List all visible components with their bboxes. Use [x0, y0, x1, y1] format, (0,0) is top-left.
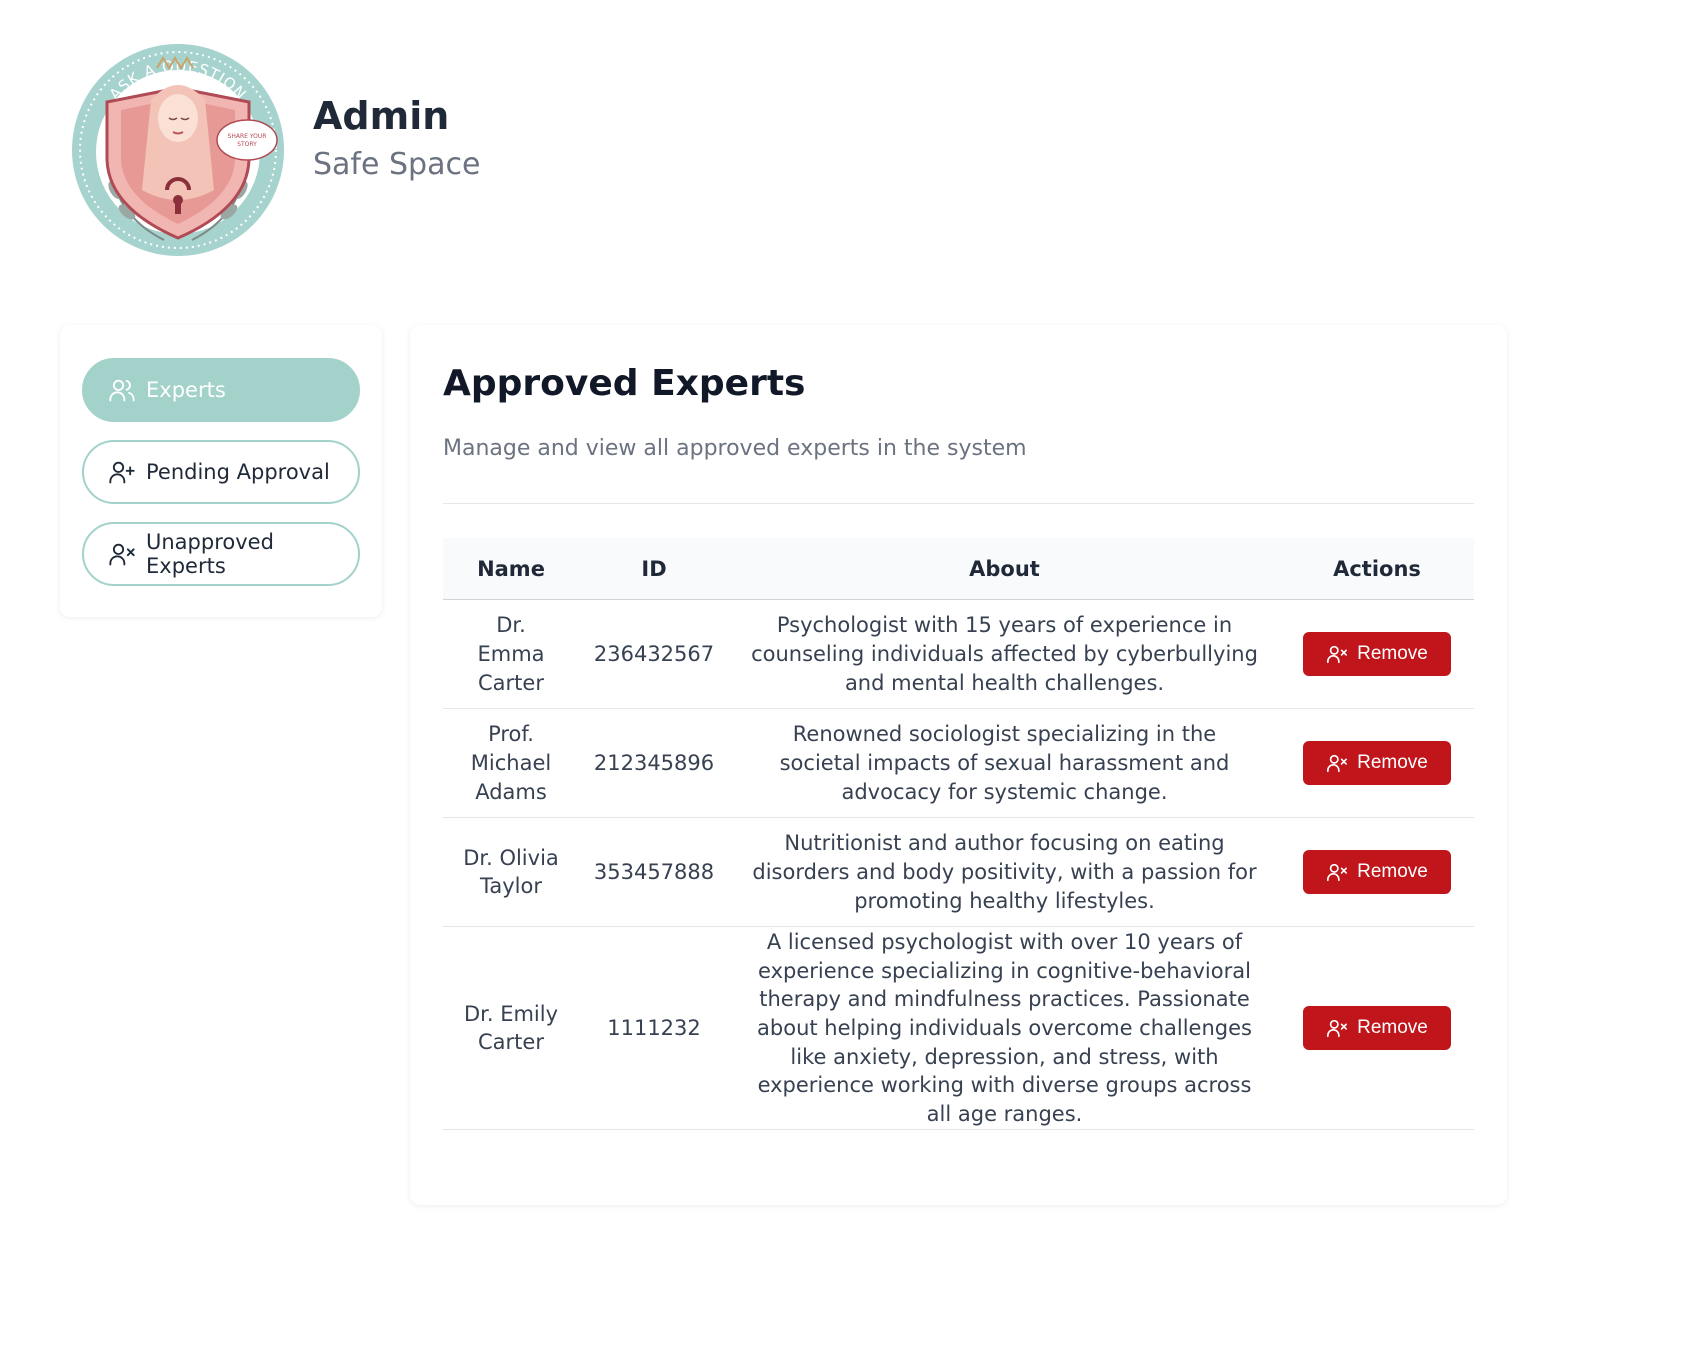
- expert-name: Prof. Michael Adams: [443, 708, 579, 819]
- svg-text:STORY: STORY: [237, 141, 257, 148]
- table-row: Dr. Emma Carter 236432567 Psychologist w…: [443, 599, 1474, 710]
- remove-button[interactable]: Remove: [1303, 1006, 1451, 1051]
- sidebar-item-label: Unapproved Experts: [146, 530, 274, 578]
- remove-button[interactable]: Remove: [1303, 632, 1451, 677]
- column-header-about: About: [729, 537, 1280, 601]
- user-x-icon: [108, 540, 136, 568]
- sidebar-nav: Experts Pending Approval Unapproved Expe…: [60, 325, 382, 617]
- expert-about: Psychologist with 15 years of experience…: [729, 599, 1280, 710]
- sidebar-item-experts[interactable]: Experts: [82, 358, 360, 422]
- expert-name: Dr. Emily Carter: [443, 926, 579, 1131]
- remove-button-label: Remove: [1357, 861, 1428, 883]
- table-header-row: Name ID About Actions: [443, 537, 1474, 601]
- actions-cell: Remove: [1280, 817, 1474, 928]
- user-x-icon: [1326, 1017, 1348, 1039]
- user-plus-icon: [108, 458, 136, 486]
- column-header-id: ID: [579, 537, 729, 601]
- section-description: Manage and view all approved experts in …: [443, 435, 1027, 461]
- sidebar-item-label: Pending Approval: [146, 460, 330, 484]
- section-title: Approved Experts: [443, 363, 806, 404]
- user-x-icon: [1326, 861, 1348, 883]
- expert-id: 353457888: [579, 817, 729, 928]
- page-title: Admin: [313, 94, 450, 139]
- experts-table: Name ID About Actions Dr. Emma Carter 23…: [443, 537, 1474, 1131]
- actions-cell: Remove: [1280, 926, 1474, 1131]
- expert-id: 1111232: [579, 926, 729, 1131]
- actions-cell: Remove: [1280, 708, 1474, 819]
- user-x-icon: [1326, 643, 1348, 665]
- remove-button[interactable]: Remove: [1303, 850, 1451, 895]
- expert-about: A licensed psychologist with over 10 yea…: [729, 926, 1280, 1131]
- users-icon: [108, 376, 136, 404]
- remove-button-label: Remove: [1357, 1017, 1428, 1039]
- table-row: Prof. Michael Adams 212345896 Renowned s…: [443, 708, 1474, 819]
- app-header: ASK A QUESTION SHARE YOUR STORY Admin Sa…: [69, 40, 480, 260]
- main-panel: Approved Experts Manage and view all app…: [410, 325, 1507, 1205]
- remove-button-label: Remove: [1357, 752, 1428, 774]
- safe-space-logo: ASK A QUESTION SHARE YOUR STORY: [69, 40, 287, 260]
- sidebar-item-unapproved-experts[interactable]: Unapproved Experts: [82, 522, 360, 586]
- table-row: Dr. Olivia Taylor 353457888 Nutritionist…: [443, 817, 1474, 928]
- app-subtitle: Safe Space: [313, 146, 481, 182]
- sidebar-item-label: Experts: [146, 378, 226, 402]
- column-header-name: Name: [443, 537, 579, 601]
- expert-name: Dr. Emma Carter: [443, 599, 579, 710]
- remove-button[interactable]: Remove: [1303, 741, 1451, 786]
- user-x-icon: [1326, 752, 1348, 774]
- expert-about: Nutritionist and author focusing on eati…: [729, 817, 1280, 928]
- svg-text:SHARE YOUR: SHARE YOUR: [228, 133, 267, 140]
- column-header-actions: Actions: [1280, 537, 1474, 601]
- actions-cell: Remove: [1280, 599, 1474, 710]
- expert-name: Dr. Olivia Taylor: [443, 817, 579, 928]
- divider: [443, 502, 1474, 504]
- sidebar-item-pending-approval[interactable]: Pending Approval: [82, 440, 360, 504]
- expert-about: Renowned sociologist specializing in the…: [729, 708, 1280, 819]
- expert-id: 236432567: [579, 599, 729, 710]
- expert-id: 212345896: [579, 708, 729, 819]
- table-row: Dr. Emily Carter 1111232 A licensed psyc…: [443, 926, 1474, 1131]
- remove-button-label: Remove: [1357, 643, 1428, 665]
